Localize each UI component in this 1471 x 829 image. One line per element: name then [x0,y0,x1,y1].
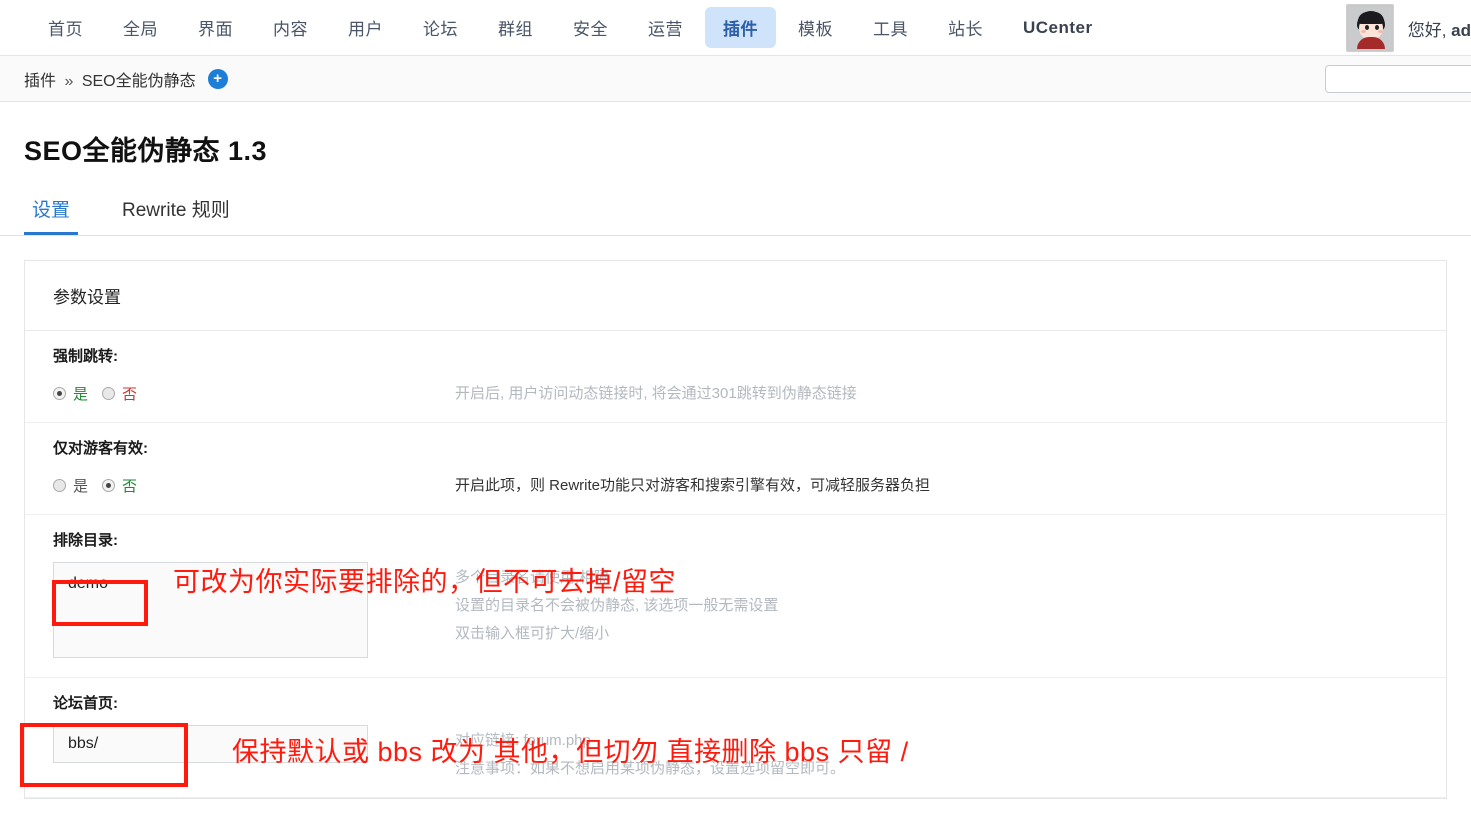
tab-0[interactable]: 设置 [24,195,79,235]
field-hint: 双击输入框可扩大/缩小 [455,625,610,642]
field-row: 排除目录: 多个目录名请使用,相隔设置的目录名不会被伪静态, 该选项一般无需设置双… [25,515,1446,678]
greeting-username: ad [1451,20,1471,40]
settings-fields: 强制跳转: 是否开启后, 用户访问动态链接时, 将会通过301跳转到伪静态链接 仅对… [25,331,1446,798]
field-hint: 多个目录名请使用,相隔 [455,569,610,586]
breadcrumb-current: SEO全能伪静态 [81,72,196,90]
radio-option[interactable]: 是 [53,475,88,496]
radio-dot-icon[interactable] [102,386,116,400]
field-body: 是否开启此项，则 Rewrite功能只对游客和搜索引擎有效，可减轻服务器负担 [53,470,1446,500]
field-hints: 对应链接: forum.php 注意事项：如果不想启用某项伪静态，设置选项留空即可… [455,725,845,783]
field-body: 多个目录名请使用,相隔设置的目录名不会被伪静态, 该选项一般无需设置双击输入框可… [53,562,1446,663]
radio-group: 是否 [53,378,423,408]
nav-item-7[interactable]: 安全 [555,7,626,48]
tab-1[interactable]: Rewrite 规则 [114,195,238,235]
breadcrumb-root[interactable]: 插件 [24,73,56,90]
page-title: SEO全能伪静态 1.3 [24,136,268,166]
field-hints: 开启此项，则 Rewrite功能只对游客和搜索引擎有效，可减轻服务器负担 [455,470,930,500]
nav-item-8[interactable]: 运营 [630,7,701,48]
field-hint: 开启后, 用户访问动态链接时, 将会通过301跳转到伪静态链接 [455,385,857,402]
nav-item-10[interactable]: 模板 [780,7,851,48]
radio-option-label: 否 [122,477,138,495]
field-hint: 开启此项，则 Rewrite功能只对游客和搜索引擎有效，可减轻服务器负担 [455,477,931,494]
field-label: 论坛首页: [53,695,118,712]
nav-item-5[interactable]: 论坛 [405,7,476,48]
field-control [53,725,423,763]
field-hints: 开启后, 用户访问动态链接时, 将会通过301跳转到伪静态链接 [455,378,857,408]
nav-item-9[interactable]: 插件 [705,7,776,48]
field-row: 强制跳转: 是否开启后, 用户访问动态链接时, 将会通过301跳转到伪静态链接 [25,331,1446,423]
field-body: 是否开启后, 用户访问动态链接时, 将会通过301跳转到伪静态链接 [53,378,1446,408]
field-hint: 对应链接: forum.php [455,732,591,749]
nav-item-6[interactable]: 群组 [480,7,551,48]
top-nav-items: 首页 全局 界面 内容 用户 论坛 群组 安全 运营 插件 模板 工具 站长 UCenter [30,7,1115,48]
user-area: 您好, ad [1345,0,1471,56]
field-control [53,562,423,663]
radio-option[interactable]: 否 [102,475,137,496]
greeting-prefix: 您好, [1407,20,1452,40]
avatar[interactable] [1345,4,1394,52]
nav-item-0[interactable]: 首页 [30,7,101,48]
nav-item-1[interactable]: 全局 [105,7,176,48]
field-body: 对应链接: forum.php 注意事项：如果不想启用某项伪静态，设置选项留空即可… [53,725,1446,783]
field-label: 仅对游客有效: [53,440,148,457]
radio-option[interactable]: 是 [53,383,88,404]
radio-option[interactable]: 否 [102,383,137,404]
nav-item-12[interactable]: 站长 [930,7,1001,48]
field-hint: 设置的目录名不会被伪静态, 该选项一般无需设置 [455,597,779,614]
forum-home-input[interactable] [53,725,368,763]
radio-option-label: 否 [122,385,138,403]
radio-dot-icon[interactable] [53,386,66,400]
panel-header: 参数设置 [25,261,1446,331]
top-navigation-bar: 首页 全局 界面 内容 用户 论坛 群组 安全 运营 插件 模板 工具 站长 UCenter 您好, ad [0,0,1471,56]
radio-group: 是否 [53,470,423,500]
field-row: 仅对游客有效: 是否开启此项，则 Rewrite功能只对游客和搜索引擎有效，可减轻… [25,423,1446,515]
field-hints: 多个目录名请使用,相隔设置的目录名不会被伪静态, 该选项一般无需设置 双击输入框可… [455,562,778,648]
greeting-text: 您好, ad [1408,16,1471,41]
field-control: 是否 [53,378,423,408]
nav-item-11[interactable]: 工具 [855,7,926,48]
add-icon[interactable]: + [207,68,228,89]
radio-option-label: 是 [73,385,89,403]
search-input[interactable] [1325,65,1471,93]
field-row: 论坛首页: 对应链接: forum.php 注意事项：如果不想启用某项伪静态，设置选… [25,678,1446,798]
tab-bar: 设置 Rewrite 规则 [0,190,1471,236]
radio-dot-icon[interactable] [53,478,66,492]
field-hint: 注意事项：如果不想启用某项伪静态，设置选项留空即可。 [455,760,846,777]
settings-panel: 参数设置 强制跳转: 是否开启后, 用户访问动态链接时, 将会通过301跳转到伪静… [24,260,1447,799]
nav-item-4[interactable]: 用户 [330,7,401,48]
breadcrumb-separator: » [64,72,74,90]
nav-item-13[interactable]: UCenter [1005,10,1111,46]
field-label: 排除目录: [53,532,118,549]
breadcrumb: 插件 » SEO全能伪静态 [24,67,196,91]
field-label: 强制跳转: [53,348,118,365]
field-control: 是否 [53,470,423,500]
nav-item-3[interactable]: 内容 [255,7,326,48]
radio-dot-icon[interactable] [102,478,116,492]
nav-item-2[interactable]: 界面 [180,7,251,48]
radio-option-label: 是 [73,477,89,495]
breadcrumb-bar: 插件 » SEO全能伪静态 + [0,56,1471,102]
exclude-directories-textarea[interactable] [53,562,368,658]
